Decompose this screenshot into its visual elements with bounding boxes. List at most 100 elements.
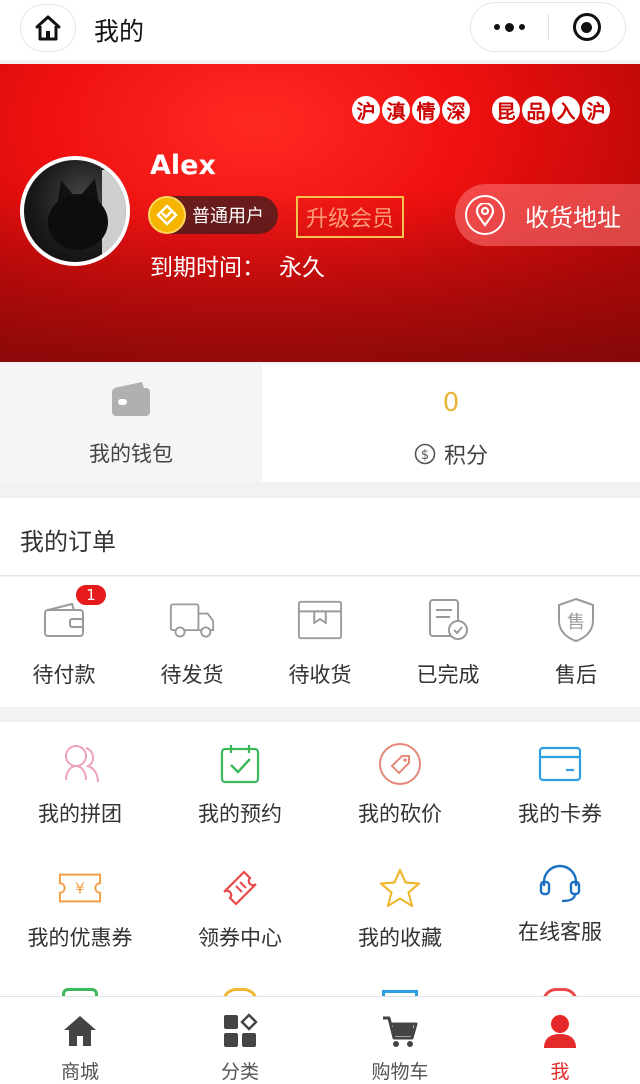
service-label: 我的卡券: [518, 802, 602, 826]
my-wallet-label: 我的钱包: [89, 442, 173, 466]
svg-text:售: 售: [567, 612, 585, 633]
user-filled-icon: [540, 1011, 580, 1051]
slogan: 沪 滇 情 深 昆 品 入 沪: [352, 96, 610, 124]
ticket-icon: [218, 866, 262, 910]
avatar-cat-head: [48, 194, 108, 250]
service-label: 领券中心: [198, 926, 282, 950]
service-label: 我的优惠券: [27, 926, 133, 950]
order-after-sales[interactable]: 售 售后: [512, 577, 640, 707]
service-label: 我的拼团: [38, 802, 122, 826]
document-check-icon: [425, 597, 471, 643]
order-to-receive[interactable]: 待收货: [256, 577, 384, 707]
points-label-row: $ 积分: [262, 438, 640, 470]
coupon-icon: ¥: [58, 866, 102, 910]
order-status-label: 待发货: [160, 663, 224, 687]
avatar[interactable]: [20, 156, 130, 266]
home-button[interactable]: [20, 4, 76, 52]
bottom-tab-bar: 商城 分类 购物车 我: [0, 996, 640, 1084]
expire-value: 永久: [279, 255, 325, 281]
slogan-group-1: 沪 滇 情 深: [352, 96, 470, 124]
calendar-check-icon: [218, 742, 262, 786]
username: Alex: [150, 150, 216, 181]
slogan-char: 滇: [382, 96, 410, 124]
service-favorites[interactable]: 我的收藏: [320, 846, 480, 966]
tab-label: 商城: [60, 1061, 99, 1083]
service-online-support[interactable]: 在线客服: [480, 846, 640, 966]
more-button[interactable]: [471, 3, 548, 51]
expire-label: 到期时间：: [150, 255, 265, 281]
home-filled-icon: [60, 1011, 100, 1051]
order-status-row: 1 待付款 待发货 待收货 已完成 售 售后: [0, 577, 640, 707]
order-completed[interactable]: 已完成: [384, 577, 512, 707]
vip-diamond-icon: [148, 196, 186, 234]
order-status-label: 待付款: [32, 663, 96, 687]
slogan-char: 沪: [582, 96, 610, 124]
tab-me[interactable]: 我: [480, 997, 640, 1084]
page-title: 我的: [94, 17, 145, 46]
dollar-circle-icon: $: [414, 443, 436, 465]
service-cards[interactable]: 我的卡券: [480, 722, 640, 842]
order-status-label: 待收货: [288, 663, 352, 687]
order-to-ship[interactable]: 待发货: [128, 577, 256, 707]
home-icon: [35, 15, 61, 41]
service-group-buy[interactable]: 我的拼团: [0, 722, 160, 842]
svg-text:$: $: [421, 448, 429, 463]
slogan-char: 入: [552, 96, 580, 124]
upgrade-member-button[interactable]: 升级会员: [296, 196, 404, 238]
service-label: 我的预约: [198, 802, 282, 826]
service-bargain[interactable]: 我的砍价: [320, 722, 480, 842]
card-icon: [538, 742, 582, 786]
tab-label: 购物车: [371, 1061, 429, 1083]
my-wallet-button[interactable]: 我的钱包: [0, 364, 262, 482]
slogan-group-2: 昆 品 入 沪: [492, 96, 610, 124]
headset-icon: [538, 860, 582, 904]
close-mini-program-button[interactable]: [549, 3, 626, 51]
star-icon: [378, 866, 422, 910]
tab-cart[interactable]: 购物车: [320, 997, 480, 1084]
service-reservation[interactable]: 我的预约: [160, 722, 320, 842]
member-level-label: 普通用户: [192, 206, 264, 227]
order-status-label: 售后: [555, 663, 597, 687]
truck-icon: [169, 597, 215, 643]
target-icon: [572, 13, 601, 41]
mini-program-capsule: [470, 2, 626, 52]
services-grid: 我的拼团 我的预约 我的砍价 我的卡券 ¥ 我的优惠券 领券中心 我的收藏 在线…: [0, 722, 640, 997]
service-label: 在线客服: [518, 920, 602, 944]
order-status-label: 已完成: [416, 663, 480, 687]
wallet-icon: [112, 382, 150, 416]
tab-label: 分类: [220, 1061, 259, 1083]
tab-label: 我: [550, 1061, 570, 1083]
top-nav-bar: 我的: [0, 0, 640, 60]
slogan-char: 深: [442, 96, 470, 124]
slogan-char: 沪: [352, 96, 380, 124]
order-pending-payment[interactable]: 1 待付款: [0, 577, 128, 707]
points-label: 积分: [443, 444, 488, 469]
my-orders-title: 我的订单: [20, 528, 116, 556]
service-coupon-center[interactable]: 领券中心: [160, 846, 320, 966]
tab-category[interactable]: 分类: [160, 997, 320, 1084]
shipping-address-label: 收货地址: [525, 203, 621, 232]
shield-sale-icon: 售: [553, 597, 599, 643]
profile-header: 沪 滇 情 深 昆 品 入 沪 Alex 普通用户 升级会员 到期时间： 永久 收…: [0, 64, 640, 362]
unpaid-count-badge: 1: [74, 583, 108, 607]
service-label: 我的砍价: [358, 802, 442, 826]
slogan-char: 品: [522, 96, 550, 124]
my-orders-header[interactable]: 我的订单: [0, 498, 640, 576]
group-buy-icon: [58, 742, 102, 786]
slogan-char: 情: [412, 96, 440, 124]
location-pin-icon: [465, 195, 505, 235]
shipping-address-button[interactable]: 收货地址: [455, 184, 640, 246]
service-my-coupons[interactable]: ¥ 我的优惠券: [0, 846, 160, 966]
cart-icon: [380, 1011, 420, 1051]
svg-text:¥: ¥: [75, 880, 85, 898]
points-button[interactable]: 0 $ 积分: [262, 364, 640, 482]
expire-info: 到期时间： 永久: [150, 248, 325, 282]
service-label: 我的收藏: [358, 926, 442, 950]
slogan-char: 昆: [492, 96, 520, 124]
tab-mall[interactable]: 商城: [0, 997, 160, 1084]
bargain-tag-icon: [378, 742, 422, 786]
more-dots-icon: [493, 22, 525, 32]
category-grid-icon: [220, 1011, 260, 1051]
member-level-badge: 普通用户: [148, 196, 278, 234]
package-box-icon: [297, 597, 343, 643]
